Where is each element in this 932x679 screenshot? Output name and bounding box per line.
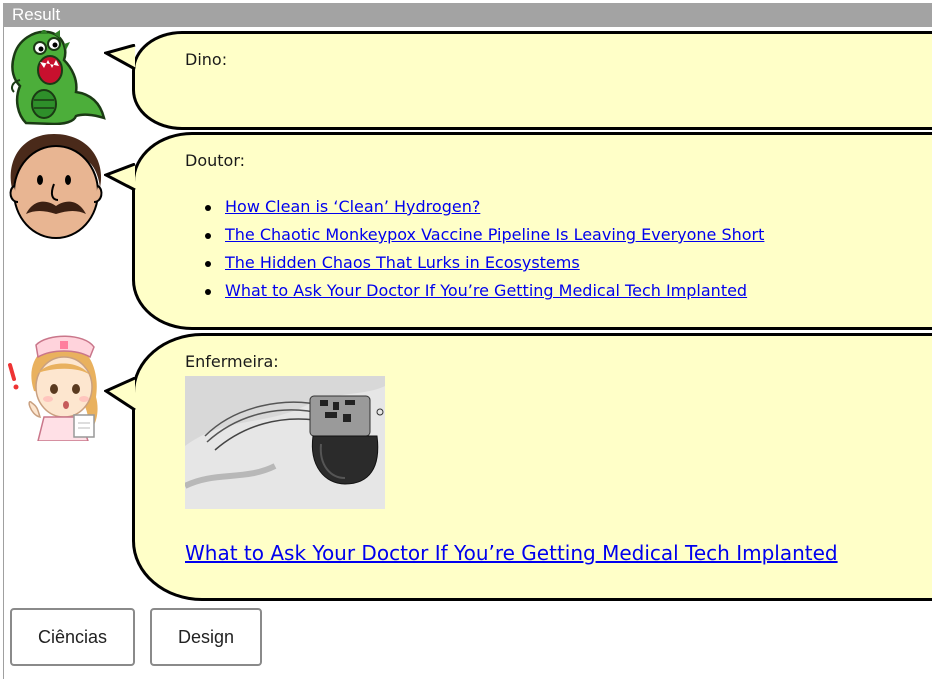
nurse-speaker-label: Enfermeira: — [185, 352, 279, 371]
list-item: The Hidden Chaos That Lurks in Ecosystem… — [185, 249, 764, 277]
article-link-medical-tech[interactable]: What to Ask Your Doctor If You’re Gettin… — [225, 281, 747, 300]
list-item: What to Ask Your Doctor If You’re Gettin… — [185, 277, 764, 305]
article-link-ecosystems[interactable]: The Hidden Chaos That Lurks in Ecosystem… — [225, 253, 580, 272]
dino-avatar — [11, 30, 106, 125]
doctor-speaker-label: Doutor: — [185, 151, 245, 170]
design-button[interactable]: Design — [150, 608, 262, 666]
speech-bubble-tail — [104, 163, 136, 192]
article-link-hydrogen[interactable]: How Clean is ‘Clean’ Hydrogen? — [225, 197, 480, 216]
doctor-link-list: How Clean is ‘Clean’ Hydrogen? The Chaot… — [185, 193, 764, 305]
list-item: The Chaotic Monkeypox Vaccine Pipeline I… — [185, 221, 764, 249]
doctor-avatar — [9, 134, 103, 239]
speech-bubble-tail — [104, 377, 136, 412]
dino-speaker-label: Dino: — [185, 50, 228, 69]
featured-article-link[interactable]: What to Ask Your Doctor If You’re Gettin… — [185, 541, 838, 565]
list-item: How Clean is ‘Clean’ Hydrogen? — [185, 193, 764, 221]
speech-bubble-tail — [104, 44, 136, 71]
ciencias-button[interactable]: Ciências — [10, 608, 135, 666]
result-header: Result — [3, 3, 932, 27]
nurse-avatar — [8, 335, 98, 441]
dino-speech-bubble — [132, 31, 932, 130]
pacemaker-xray-image — [185, 376, 385, 509]
article-link-monkeypox[interactable]: The Chaotic Monkeypox Vaccine Pipeline I… — [225, 225, 764, 244]
